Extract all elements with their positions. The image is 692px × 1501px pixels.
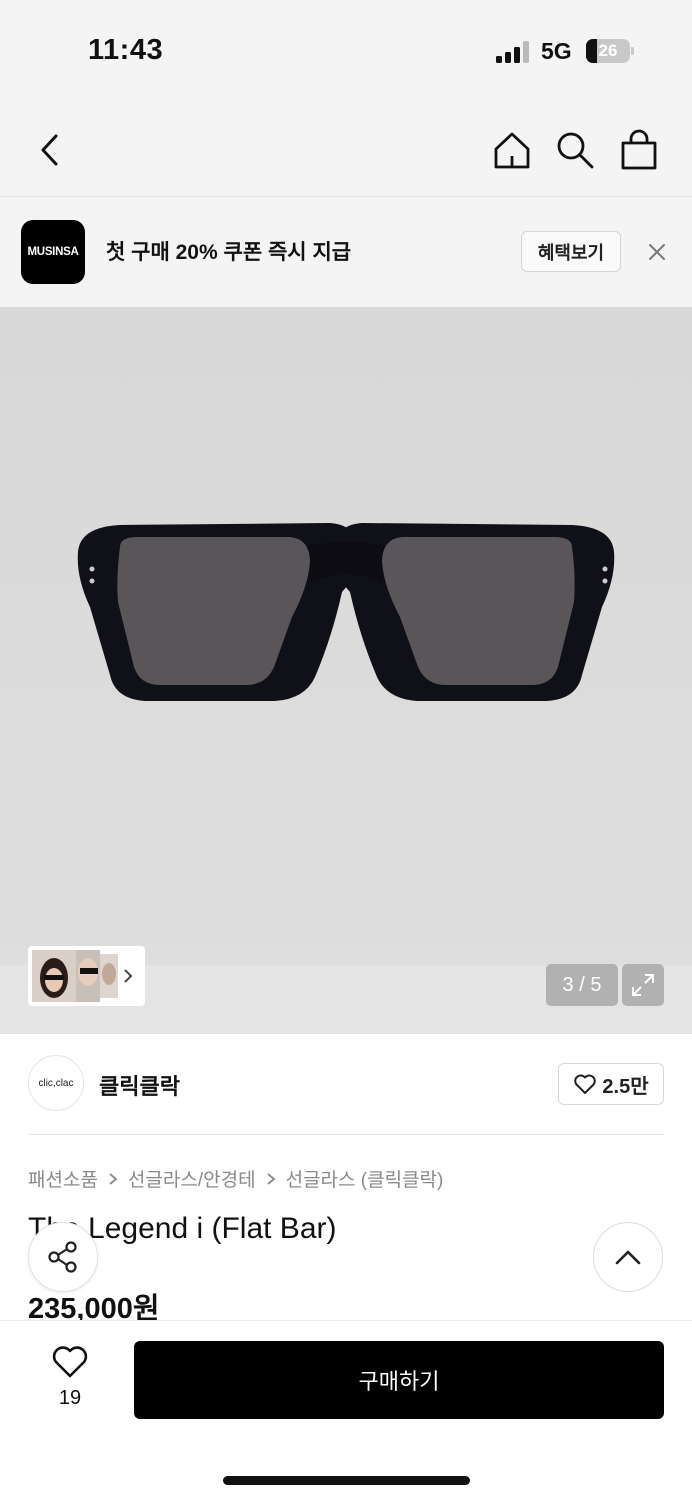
share-button[interactable]	[28, 1222, 98, 1292]
cart-button[interactable]	[615, 126, 663, 174]
battery-icon: 26	[586, 39, 630, 63]
signal-icon	[496, 41, 529, 63]
breadcrumb-item[interactable]: 패션소품	[28, 1165, 98, 1192]
breadcrumb-item[interactable]: 선글라스/안경테	[128, 1165, 256, 1192]
benefit-button[interactable]: 혜택보기	[521, 231, 621, 272]
model-thumbnails[interactable]	[28, 946, 145, 1006]
chevron-right-icon	[266, 1172, 275, 1185]
chevron-left-icon	[41, 134, 58, 166]
home-indicator	[223, 1476, 470, 1485]
network-type: 5G	[541, 38, 572, 64]
image-counter: 3 / 5	[546, 964, 618, 1006]
wishlist-count: 19	[58, 1387, 82, 1409]
expand-button[interactable]	[622, 964, 664, 1006]
top-nav	[0, 100, 692, 197]
home-icon	[494, 132, 530, 169]
product-image-gallery[interactable]: 3 / 5	[0, 307, 692, 1034]
status-time: 11:43	[88, 34, 164, 66]
brand-logo[interactable]: clic,clac	[28, 1055, 84, 1111]
sunglasses-image	[77, 523, 615, 701]
breadcrumb: 패션소품 선글라스/안경테 선글라스 (클릭클락)	[28, 1165, 443, 1192]
home-button[interactable]	[488, 126, 536, 174]
chevron-right-icon	[109, 1172, 118, 1185]
musinsa-logo: MUSINSA	[21, 220, 85, 284]
scroll-top-button[interactable]	[593, 1222, 663, 1292]
back-button[interactable]	[26, 126, 74, 174]
wishlist-button[interactable]: 19	[40, 1345, 100, 1415]
shopping-bag-icon	[621, 129, 657, 170]
battery-tip	[631, 47, 634, 55]
buy-button[interactable]: 구매하기	[134, 1341, 664, 1419]
brand-like-button[interactable]: 2.5만	[558, 1063, 664, 1105]
brand-name[interactable]: 클릭클락	[99, 1069, 180, 1101]
heart-icon	[574, 1074, 597, 1094]
divider	[28, 1134, 664, 1135]
brand-like-count: 2.5만	[602, 1075, 649, 1098]
heart-icon	[52, 1346, 88, 1378]
expand-icon	[632, 974, 654, 996]
thumbnail-images	[32, 950, 133, 1002]
close-icon[interactable]	[643, 238, 671, 266]
promo-text: 첫 구매 20% 쿠폰 즉시 지급	[106, 241, 352, 264]
breadcrumb-item[interactable]: 선글라스 (클릭클락)	[286, 1165, 444, 1192]
chevron-up-icon	[615, 1250, 641, 1265]
search-button[interactable]	[551, 126, 599, 174]
search-icon	[557, 132, 594, 169]
share-icon	[48, 1241, 77, 1273]
battery-level: 26	[598, 41, 618, 60]
